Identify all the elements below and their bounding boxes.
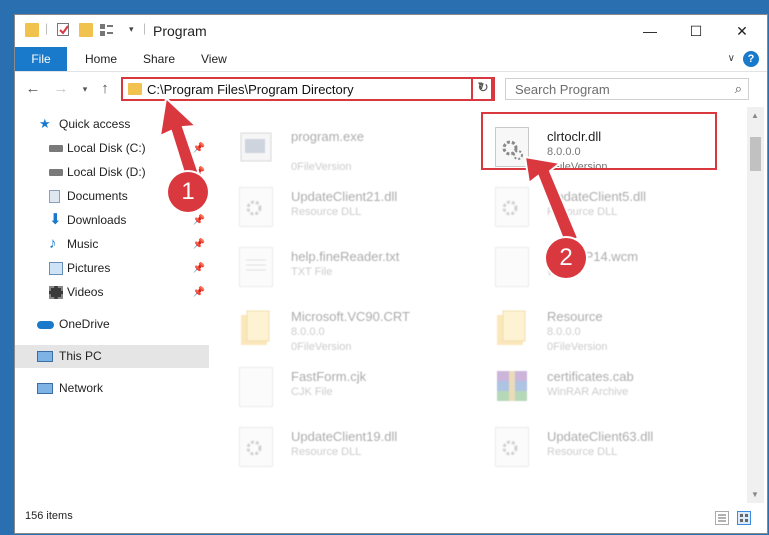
callout-2: 2 <box>546 238 586 278</box>
arrow-to-address-bar <box>158 95 201 181</box>
arrow-to-dll-file <box>523 155 580 246</box>
callout-1: 1 <box>168 172 208 212</box>
instruction-arrows <box>158 95 580 246</box>
